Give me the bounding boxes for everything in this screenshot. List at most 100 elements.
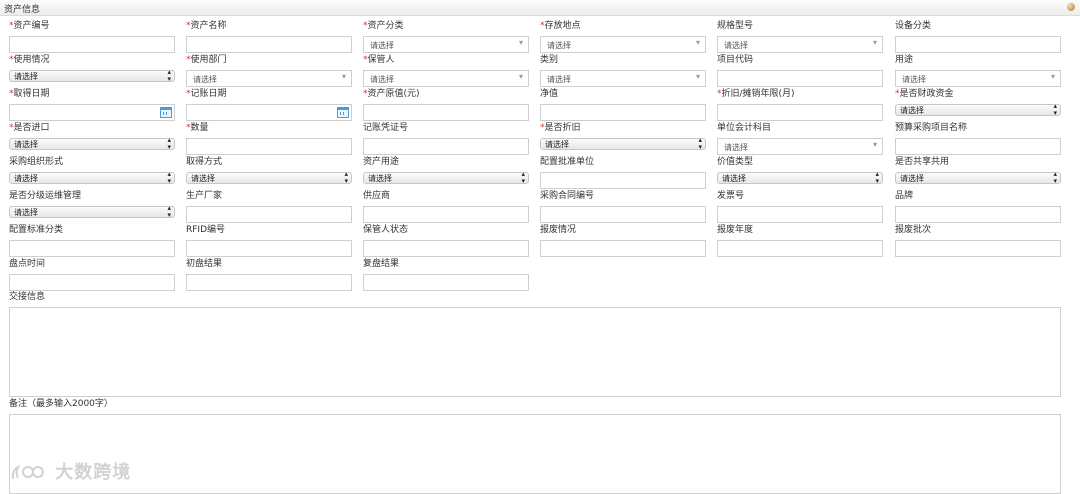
custodian-select[interactable]: 请选择 ▾ bbox=[363, 70, 529, 87]
label-initial-result: 初盘结果 bbox=[186, 259, 223, 269]
asset-use-select[interactable]: 请选择 ▴ ▾ bbox=[363, 170, 529, 185]
brand-input[interactable] bbox=[895, 206, 1061, 223]
label-handover: 交接信息 bbox=[9, 292, 46, 302]
calendar-icon[interactable] bbox=[160, 107, 172, 118]
label-net-value: 净值 bbox=[540, 89, 559, 99]
label-device-category: 设备分类 bbox=[895, 21, 932, 31]
field-brand: 品牌 bbox=[895, 190, 1061, 223]
asset-no-input[interactable] bbox=[9, 36, 175, 53]
label-depreciation-years: 折旧/摊销年限(月) bbox=[721, 89, 795, 99]
calendar-icon[interactable] bbox=[337, 107, 349, 118]
label-value-type: 价值类型 bbox=[717, 157, 754, 167]
label-procurement-form: 采购组织形式 bbox=[9, 157, 64, 167]
config-standard-input[interactable] bbox=[9, 240, 175, 257]
field-contract-no: 采购合同编号 bbox=[540, 190, 706, 223]
acquire-date-input[interactable] bbox=[9, 104, 175, 121]
label-is-shared: 是否共享共用 bbox=[895, 157, 950, 167]
field-asset-category: *资产分类 请选择 ▾ bbox=[363, 20, 529, 53]
field-acquire-date: *取得日期 bbox=[9, 88, 175, 121]
remarks-textarea[interactable] bbox=[9, 414, 1061, 494]
acquire-method-select[interactable]: 请选择 ▴ ▾ bbox=[186, 170, 352, 185]
is-shared-select[interactable]: 请选择 ▴ ▾ bbox=[895, 170, 1061, 185]
scrap-batch-input[interactable] bbox=[895, 240, 1061, 257]
collapse-icon[interactable] bbox=[1067, 3, 1075, 11]
field-initial-result: 初盘结果 bbox=[186, 258, 352, 291]
approval-unit-input[interactable] bbox=[540, 172, 706, 189]
field-is-imported: *是否进口 请选择 ▴ ▾ bbox=[9, 122, 175, 151]
label-type: 类别 bbox=[540, 55, 559, 65]
recheck-result-input[interactable] bbox=[363, 274, 529, 291]
field-asset-use: 资产用途 请选择 ▴ ▾ bbox=[363, 156, 529, 185]
invoice-no-input[interactable] bbox=[717, 206, 883, 223]
updown-arrow-icon: ▴ ▾ bbox=[344, 170, 348, 185]
watermark: 大数跨境 bbox=[10, 458, 131, 484]
scrap-status-input[interactable] bbox=[540, 240, 706, 257]
field-recheck-result: 复盘结果 bbox=[363, 258, 529, 291]
label-brand: 品牌 bbox=[895, 191, 914, 201]
label-original-value: 资产原值(元) bbox=[367, 89, 420, 99]
updown-arrow-icon: ▴ ▾ bbox=[521, 170, 525, 185]
label-scrap-year: 报废年度 bbox=[717, 225, 754, 235]
field-quantity: *数量 bbox=[186, 122, 352, 155]
value-type-select[interactable]: 请选择 ▴ ▾ bbox=[717, 170, 883, 185]
usage-status-select[interactable]: 请选择 ▴ ▾ bbox=[9, 69, 175, 83]
field-inventory-time: 盘点时间 bbox=[9, 258, 175, 291]
booking-date-input[interactable] bbox=[186, 104, 352, 121]
contract-no-input[interactable] bbox=[540, 206, 706, 223]
storage-location-select[interactable]: 请选择 ▾ bbox=[540, 36, 706, 53]
fiscal-fund-select[interactable]: 请选择 ▴ ▾ bbox=[895, 103, 1061, 117]
depreciation-years-input[interactable] bbox=[717, 104, 883, 121]
rfid-input[interactable] bbox=[186, 240, 352, 257]
field-handover: 交接信息 bbox=[9, 291, 1061, 397]
chevron-down-icon: ▾ bbox=[1050, 72, 1055, 81]
manufacturer-input[interactable] bbox=[186, 206, 352, 223]
label-voucher-no: 记账凭证号 bbox=[363, 123, 409, 133]
label-manufacturer: 生产厂家 bbox=[186, 191, 223, 201]
custodian-status-input[interactable] bbox=[363, 240, 529, 257]
field-config-standard: 配置标准分类 bbox=[9, 224, 175, 257]
type-select[interactable]: 请选择 ▾ bbox=[540, 70, 706, 87]
scrap-year-input[interactable] bbox=[717, 240, 883, 257]
label-asset-name: 资产名称 bbox=[190, 21, 227, 31]
label-asset-use: 资产用途 bbox=[363, 157, 400, 167]
purpose-select[interactable]: 请选择 ▾ bbox=[895, 70, 1061, 87]
device-category-input[interactable] bbox=[895, 36, 1061, 53]
field-acquire-method: 取得方式 请选择 ▴ ▾ bbox=[186, 156, 352, 185]
updown-arrow-icon: ▴ ▾ bbox=[875, 170, 879, 185]
net-value-input[interactable] bbox=[540, 104, 706, 121]
field-project-code: 项目代码 bbox=[717, 54, 883, 87]
budget-project-input[interactable] bbox=[895, 138, 1061, 155]
field-asset-name: *资产名称 bbox=[186, 20, 352, 53]
chevron-down-icon: ▾ bbox=[872, 38, 877, 47]
inventory-time-input[interactable] bbox=[9, 274, 175, 291]
is-imported-select[interactable]: 请选择 ▴ ▾ bbox=[9, 137, 175, 151]
quantity-input[interactable] bbox=[186, 138, 352, 155]
supplier-input[interactable] bbox=[363, 206, 529, 223]
chevron-down-icon: ▾ bbox=[695, 72, 700, 81]
updown-arrow-icon: ▴ ▾ bbox=[698, 136, 702, 151]
initial-result-input[interactable] bbox=[186, 274, 352, 291]
tiered-maintenance-select[interactable]: 请选择 ▴ ▾ bbox=[9, 205, 175, 219]
project-code-input[interactable] bbox=[717, 70, 883, 87]
label-tiered-maintenance: 是否分级运维管理 bbox=[9, 191, 82, 201]
is-depreciated-select[interactable]: 请选择 ▴ ▾ bbox=[540, 136, 706, 151]
unit-account-select[interactable]: 请选择 ▾ bbox=[717, 138, 883, 155]
field-procurement-form: 采购组织形式 请选择 ▴ ▾ bbox=[9, 156, 175, 185]
handover-textarea[interactable] bbox=[9, 307, 1061, 397]
asset-category-select[interactable]: 请选择 ▾ bbox=[363, 36, 529, 53]
label-config-standard: 配置标准分类 bbox=[9, 225, 64, 235]
field-fiscal-fund: *是否财政资金 请选择 ▴ ▾ bbox=[895, 88, 1061, 117]
updown-arrow-icon: ▴ ▾ bbox=[1053, 170, 1057, 185]
voucher-no-input[interactable] bbox=[363, 138, 529, 155]
field-spec-model: 规格型号 请选择 ▾ bbox=[717, 20, 883, 53]
label-custodian: 保管人 bbox=[367, 55, 395, 65]
section-header: 资产信息 bbox=[0, 0, 1080, 16]
spec-model-select[interactable]: 请选择 ▾ bbox=[717, 36, 883, 53]
original-value-input[interactable] bbox=[363, 104, 529, 121]
field-manufacturer: 生产厂家 bbox=[186, 190, 352, 223]
procurement-form-select[interactable]: 请选择 ▴ ▾ bbox=[9, 171, 175, 185]
label-inventory-time: 盘点时间 bbox=[9, 259, 46, 269]
field-custodian-status: 保管人状态 bbox=[363, 224, 529, 257]
asset-name-input[interactable] bbox=[186, 36, 352, 53]
using-dept-select[interactable]: 请选择 ▾ bbox=[186, 70, 352, 87]
